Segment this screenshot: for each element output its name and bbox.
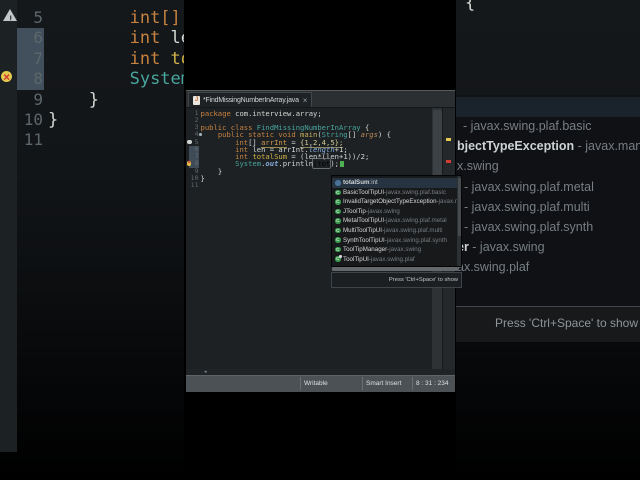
bg-completion-item: i - javax.swing.plaf.multi <box>457 199 590 214</box>
class-icon: C <box>335 208 341 215</box>
class-icon: C <box>335 237 341 243</box>
status-caret-position: 8 : 31 : 234 <box>416 380 449 387</box>
code-line: 1 package com.interview.array; <box>186 109 455 117</box>
completion-item-basictooltipui[interactable]: C BasicToolTipUI - javax.swing.plaf.basic <box>332 188 461 198</box>
bg-code-fragment: { <box>465 0 476 13</box>
bg-line-number: 6 <box>33 28 43 48</box>
editor-tab-bar: J *FindMissingNumberInArray.java × <box>186 91 455 108</box>
completion-item-jtooltip[interactable]: C JToolTip - javax.swing <box>332 207 461 217</box>
popup-scrollbar-thumb[interactable] <box>457 178 461 236</box>
popup-hscrollbar[interactable] <box>332 267 458 271</box>
status-divider <box>300 377 301 390</box>
bg-completion-item: bjectTypeException - javax.mana <box>457 139 640 154</box>
overview-error-marker[interactable] <box>446 160 451 163</box>
status-bar: Writable Smart Insert 8 : 31 : 234 <box>186 375 455 392</box>
code-line: 9} <box>186 167 455 175</box>
tab-title: *FindMissingNumberInArray.java <box>203 96 299 104</box>
bg-completion-item: x.swing <box>457 159 499 174</box>
class-icon: C <box>335 246 341 253</box>
status-writable: Writable <box>304 380 328 387</box>
bg-completion-item: - javax.swing.plaf.basic <box>463 119 592 133</box>
status-insert-mode: Smart Insert <box>366 380 402 387</box>
class-icon: C <box>335 227 341 234</box>
code-line: 8System.out.println(tot); <box>186 159 455 168</box>
completion-popup: totalSum : int C BasicToolTipUI - javax.sw… <box>331 175 462 267</box>
completion-item-invalidtargetobjecttypeexception[interactable]: C InvalidTargetObjectTypeException - java… <box>332 197 461 207</box>
completion-item-multitooltipui[interactable]: C MultiToolTipUI - javax.swing.plaf.multi <box>332 226 461 236</box>
bg-completion-hint-bar: Press 'Ctrl+Space' to show <box>456 306 640 342</box>
class-icon: C <box>335 189 341 196</box>
bg-completion-hint-text: Press 'Ctrl+Space' to show <box>495 316 638 330</box>
bg-line-number: 10 <box>23 110 43 129</box>
overview-warning-marker[interactable] <box>446 138 451 141</box>
popup-scrollbar[interactable] <box>457 176 461 266</box>
bg-line-number: 5 <box>33 8 43 27</box>
completion-hint-bar: Press 'Ctrl+Space' to show <box>331 272 462 288</box>
bg-completion-item: l - javax.swing.plaf.metal <box>457 179 594 194</box>
tab-findmissingnumberinarray[interactable]: J *FindMissingNumberInArray.java × <box>188 92 313 107</box>
field-icon <box>335 180 341 186</box>
class-icon: C <box>335 255 341 262</box>
bg-line-number: 7 <box>33 48 43 68</box>
completion-item-tooltipmanager[interactable]: C ToolTipManager - javax.swing <box>332 245 461 255</box>
completion-item-totalsum[interactable]: totalSum : int <box>332 178 461 188</box>
bg-line-number: 8 <box>33 69 43 89</box>
bg-completion-item: l - javax.swing.plaf.synth <box>457 220 594 234</box>
class-icon: C <box>335 218 341 224</box>
completion-hint-text: Press 'Ctrl+Space' to show <box>388 276 458 283</box>
completion-item-synthtooltipui[interactable]: C SynthToolTipUI - javax.swing.plaf.synth <box>332 235 461 245</box>
bg-line-number: 11 <box>23 130 43 150</box>
class-icon: C <box>335 199 341 205</box>
bg-completion-item: er - javax.swing <box>457 240 545 255</box>
bg-selected-row-highlight <box>456 97 640 117</box>
status-divider <box>412 377 413 390</box>
completion-item-metaltooltipui[interactable]: C MetalToolTipUI - javax.swing.plaf.metal <box>332 216 461 226</box>
bg-completion-popup: - javax.swing.plaf.basic bjectTypeExcepti… <box>456 95 640 306</box>
bg-completion-item: ax.swing.plaf <box>457 260 530 275</box>
error-quickfix-icon <box>1 67 12 88</box>
bg-line-number: 9 <box>33 89 43 109</box>
status-divider <box>362 377 363 390</box>
line-number: 11 <box>190 181 199 189</box>
java-file-icon: J <box>193 95 200 105</box>
completion-item-tooltipui[interactable]: C ToolTipUI - javax.swing.plaf <box>332 254 461 264</box>
line-marker-dot <box>199 133 202 136</box>
close-icon[interactable]: × <box>303 96 308 105</box>
video-frame: 5int[]6int le7int to8System9}10}11 { - j… <box>0 0 640 480</box>
